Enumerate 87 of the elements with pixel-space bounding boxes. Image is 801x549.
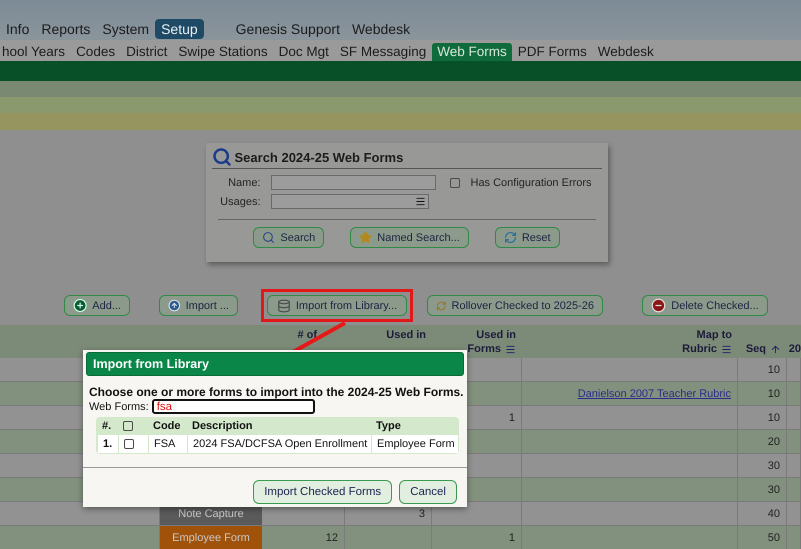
rubric-link[interactable]: Danielson 2007 Teacher Rubric	[578, 388, 731, 400]
field-label: Name:	[227, 176, 260, 188]
column-header: 20	[788, 342, 801, 356]
menu-icon	[505, 344, 516, 354]
table-cell	[787, 454, 801, 478]
table-cell	[787, 526, 801, 549]
import-button[interactable]: Import Checked Forms	[253, 480, 392, 504]
filter-field[interactable]: fsa	[152, 399, 315, 414]
nav-tab[interactable]: Doc Mgt	[274, 43, 334, 61]
column-header: Seq	[746, 342, 766, 356]
refresh-icon	[436, 298, 447, 312]
name-field[interactable]	[270, 175, 436, 190]
database-icon	[276, 298, 291, 312]
type-badge: Employee Form	[160, 526, 262, 549]
filter-label: Web Forms:	[89, 400, 149, 412]
table-cell	[787, 358, 801, 382]
menu-icon	[721, 344, 732, 354]
search-icon	[212, 147, 232, 167]
arrow-up-icon	[168, 298, 181, 313]
table-cell: 1	[432, 526, 522, 549]
menu-item[interactable]: Webdesk	[346, 19, 416, 39]
table-cell: 20	[738, 430, 787, 454]
field-label: Usages:	[219, 196, 260, 208]
table-cell: 2024 FSA/DCFSA Open Enrollment	[187, 435, 371, 453]
nav-tab[interactable]: PDF Forms	[512, 43, 592, 61]
star-icon	[359, 231, 372, 244]
table-cell	[787, 478, 801, 502]
checkbox-label: Has Configuration Errors	[470, 176, 592, 188]
table-cell	[787, 382, 801, 406]
search-button[interactable]: Search	[253, 227, 324, 248]
column-header: Rubric	[682, 342, 717, 356]
column-header: Used in	[476, 328, 516, 342]
toolbar-button[interactable]: Import ...	[159, 295, 238, 316]
column-header: Map to	[696, 328, 732, 342]
menu-item[interactable]: Info	[0, 19, 36, 39]
table-cell: 10	[738, 406, 787, 430]
menu-item[interactable]: Reports	[35, 19, 96, 39]
minus-icon	[651, 298, 666, 313]
column-header: # of	[297, 328, 317, 342]
toolbar-button[interactable]: Rollover Checked to 2025-26	[427, 295, 603, 316]
usages-select[interactable]	[270, 194, 428, 209]
column-header: Used in	[386, 328, 426, 342]
cancel-button[interactable]: Cancel	[399, 480, 457, 504]
toolbar-button[interactable]: Delete Checked...	[642, 295, 768, 316]
sort-up-icon	[770, 344, 781, 354]
table-cell: Employee Form	[371, 435, 458, 453]
table-cell	[787, 430, 801, 454]
table-cell: 50	[738, 526, 787, 549]
nav-tab[interactable]: hool Years	[0, 43, 70, 61]
nav-tab[interactable]: Swipe Stations	[173, 43, 273, 61]
checkbox[interactable]	[123, 421, 133, 431]
table-cell: 30	[738, 454, 787, 478]
refresh-icon	[504, 231, 517, 244]
table-cell: 10	[738, 382, 787, 406]
search-button[interactable]: Reset	[494, 227, 560, 248]
nav-tab[interactable]: District	[121, 43, 172, 61]
search-button[interactable]: Named Search...	[350, 227, 469, 248]
menu-icon	[414, 196, 426, 207]
table-cell	[787, 406, 801, 430]
search-icon	[262, 231, 276, 244]
nav-tab[interactable]: Web Forms	[432, 43, 512, 61]
menu-item[interactable]: Setup	[155, 19, 204, 39]
panel-title: Search 2024-25 Web Forms	[234, 150, 404, 164]
column-header: #.	[101, 419, 112, 434]
table-cell: 40	[738, 502, 787, 526]
dialog-instruction: Choose one or more forms to import into the 2024-25 Web Forms.	[89, 385, 464, 399]
column-header: Forms	[467, 342, 501, 356]
table-cell	[787, 502, 801, 526]
dialog-title: Import from Library	[86, 352, 464, 376]
nav-tab[interactable]: Codes	[71, 43, 120, 61]
table-cell: 1.	[97, 435, 118, 453]
column-header: Type	[375, 419, 402, 434]
column-header: Code	[152, 419, 182, 434]
table-cell: FSA	[148, 435, 187, 453]
menu-item[interactable]: System	[96, 19, 156, 39]
menu-item[interactable]: Genesis Support	[230, 19, 346, 39]
toolbar-button[interactable]: Add...	[64, 295, 130, 316]
toolbar-button[interactable]: Import from Library...	[267, 295, 407, 316]
checkbox[interactable]	[124, 439, 134, 449]
table-cell: 30	[738, 478, 787, 502]
checkbox[interactable]	[450, 178, 460, 188]
plus-icon	[73, 298, 88, 313]
column-header: Description	[191, 419, 254, 434]
table-cell: 10	[738, 358, 787, 382]
nav-tab[interactable]: Webdesk	[592, 43, 659, 61]
nav-tab[interactable]: SF Messaging	[334, 43, 432, 61]
table-cell: 12	[262, 526, 345, 549]
